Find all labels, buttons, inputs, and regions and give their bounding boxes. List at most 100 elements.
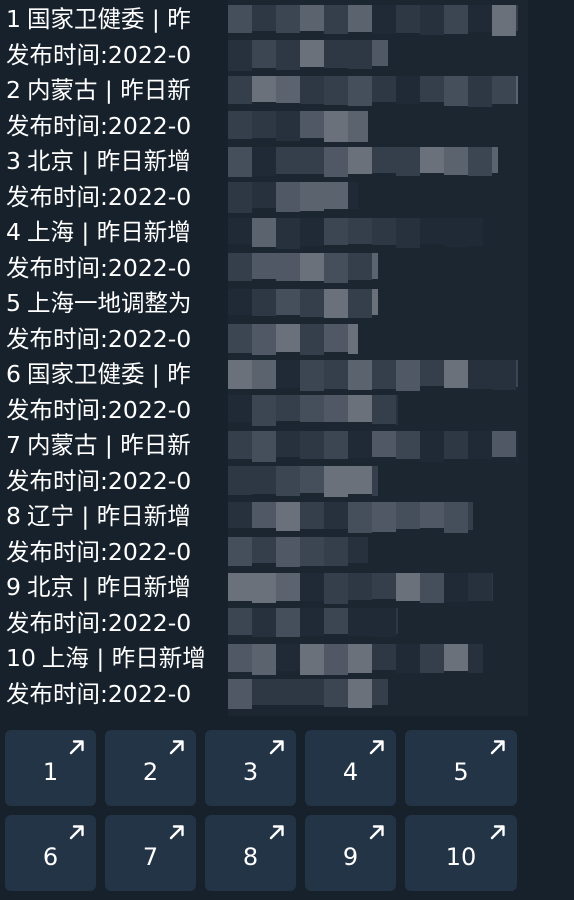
button-label: 7 xyxy=(142,843,159,871)
mosaic-block xyxy=(228,360,252,389)
news-list: 1 国家卫健委 | 昨 发布时间:2022-0 2 内蒙古 | 昨日新 发布时间:2… xyxy=(0,0,574,720)
mosaic-block xyxy=(420,360,444,386)
news-publish-time: 发布时间:2022-0 xyxy=(6,538,192,566)
mosaic-block xyxy=(252,431,276,462)
mosaic-block xyxy=(372,360,396,389)
mosaic-block xyxy=(492,360,516,390)
mosaic-block xyxy=(300,431,324,459)
news-title-text: 北京 | 昨日新增 xyxy=(26,147,191,175)
mosaic-block xyxy=(348,360,372,390)
news-link-button-10[interactable]: 10 xyxy=(405,815,517,891)
mosaic-block xyxy=(420,573,444,603)
news-publish-time: 发布时间:2022-0 xyxy=(6,41,192,69)
mosaic-block xyxy=(228,324,252,353)
mosaic-block xyxy=(372,76,396,102)
news-title: 10 上海 | 昨日新增 xyxy=(6,641,206,675)
news-link-button-3[interactable]: 3 xyxy=(205,730,296,806)
news-link-button-2[interactable]: 2 xyxy=(105,730,196,806)
mosaic-block xyxy=(396,360,420,391)
news-link-button-5[interactable]: 5 xyxy=(405,730,517,806)
mosaic-block xyxy=(252,218,276,247)
mosaic-block xyxy=(228,111,252,139)
mosaic-block xyxy=(348,253,372,280)
mosaic-block xyxy=(372,218,396,245)
mosaic-block xyxy=(300,289,324,317)
news-number: 6 xyxy=(6,360,21,388)
mosaic-block xyxy=(276,502,300,531)
mosaic-block xyxy=(300,537,324,566)
mosaic-block xyxy=(324,395,348,422)
news-link-button-4[interactable]: 4 xyxy=(305,730,396,806)
news-link-button-6[interactable]: 6 xyxy=(5,815,96,891)
mosaic-block xyxy=(276,182,300,212)
mosaic-block xyxy=(228,395,252,422)
mosaic-block xyxy=(252,253,276,279)
mosaic-block xyxy=(372,395,396,424)
mosaic-block xyxy=(252,573,276,603)
mosaic-block xyxy=(228,5,252,33)
news-title: 2 内蒙古 | 昨日新 xyxy=(6,73,191,107)
mosaic-block xyxy=(444,644,468,671)
news-link-button-8[interactable]: 8 xyxy=(205,815,296,891)
mosaic-block xyxy=(276,466,300,496)
button-label: 8 xyxy=(242,843,259,871)
news-link-button-1[interactable]: 1 xyxy=(5,730,96,806)
mosaic-block xyxy=(300,253,324,281)
mosaic-block xyxy=(300,573,324,601)
mosaic-block xyxy=(276,537,300,567)
mosaic-block xyxy=(252,182,276,208)
mosaic-block xyxy=(372,253,378,279)
news-title: 1 国家卫健委 | 昨 xyxy=(6,2,191,36)
mosaic-block xyxy=(300,608,324,636)
mosaic-block xyxy=(468,431,492,459)
mosaic-block xyxy=(300,147,324,174)
mosaic-block xyxy=(252,5,276,31)
mosaic-block xyxy=(324,502,348,529)
external-link-arrow-icon xyxy=(169,825,184,840)
news-publish-time: 发布时间:2022-0 xyxy=(6,396,192,424)
mosaic-block xyxy=(324,111,348,142)
mosaic-block xyxy=(372,147,396,173)
mosaic-block xyxy=(444,360,468,388)
mosaic-block xyxy=(444,431,468,459)
mosaic-block xyxy=(324,644,348,675)
news-number: 1 xyxy=(6,5,21,33)
mosaic-block xyxy=(252,111,276,138)
news-publish-time: 发布时间:2022-0 xyxy=(6,609,192,637)
news-number: 10 xyxy=(6,644,36,672)
mosaic-block xyxy=(300,182,324,211)
mosaic-block xyxy=(252,289,276,316)
mosaic-block xyxy=(348,182,358,209)
news-link-button-7[interactable]: 7 xyxy=(105,815,196,891)
mosaic-block xyxy=(372,608,396,637)
mosaic-block xyxy=(372,644,396,670)
external-link-arrow-icon xyxy=(69,740,84,755)
mosaic-block xyxy=(372,502,396,532)
mosaic-block xyxy=(348,431,372,458)
mosaic-block xyxy=(300,5,324,31)
mosaic-block xyxy=(252,537,276,563)
mosaic-block xyxy=(276,253,300,281)
mosaic-block xyxy=(372,466,378,496)
news-publish-time: 发布时间:2022-0 xyxy=(6,467,192,495)
mosaic-block xyxy=(348,324,358,354)
mosaic-block xyxy=(252,40,276,68)
mosaic-block xyxy=(468,147,492,176)
button-label: 5 xyxy=(453,758,469,786)
mosaic-block xyxy=(276,5,300,33)
news-link-button-9[interactable]: 9 xyxy=(305,815,396,891)
news-title-text: 辽宁 | 昨日新增 xyxy=(26,502,191,530)
mosaic-block xyxy=(468,360,492,389)
news-number: 7 xyxy=(6,431,21,459)
mosaic-block xyxy=(420,218,444,244)
news-publish-time: 发布时间:2022-0 xyxy=(6,112,192,140)
mosaic-block xyxy=(252,147,276,176)
mosaic-block xyxy=(444,218,468,247)
mosaic-block xyxy=(468,502,473,530)
news-title: 8 辽宁 | 昨日新增 xyxy=(6,499,191,533)
mosaic-block xyxy=(492,573,493,601)
mosaic-block xyxy=(252,466,276,494)
mosaic-block xyxy=(396,147,420,176)
mosaic-block xyxy=(300,111,324,138)
mosaic-block xyxy=(228,182,252,213)
